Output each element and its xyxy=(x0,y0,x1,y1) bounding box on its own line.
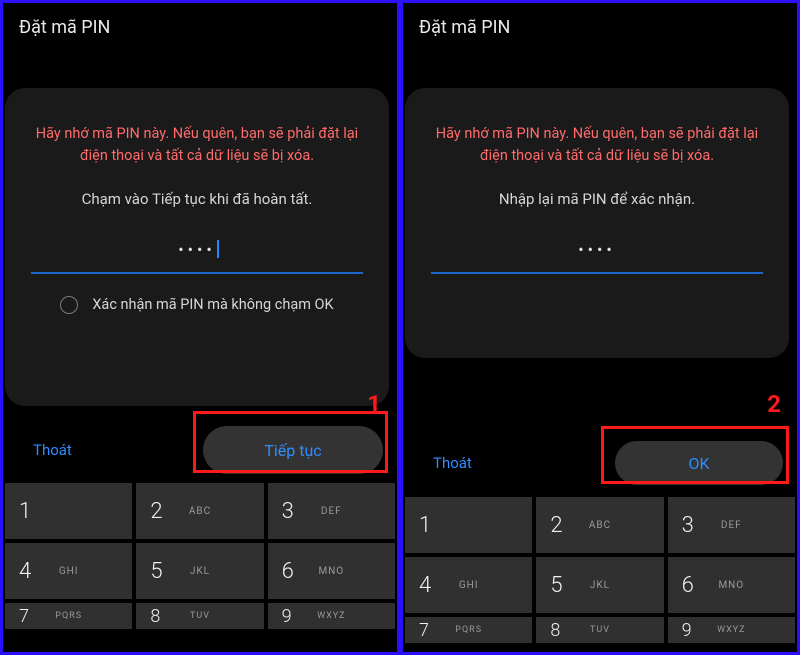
warning-text: Hãy nhớ mã PIN này. Nếu quên, bạn sẽ phả… xyxy=(421,123,773,168)
key-1[interactable]: 1 xyxy=(405,497,532,553)
input-underline xyxy=(31,272,363,274)
key-4[interactable]: 4GHI xyxy=(405,557,532,613)
numeric-keypad: 1 2ABC 3DEF 4GHI 5JKL 6MNO 7PQRS 8TUV 9W… xyxy=(3,481,397,652)
key-7[interactable]: 7PQRS xyxy=(405,617,532,643)
instruction-text: Chạm vào Tiếp tục khi đã hoàn tất. xyxy=(21,190,373,208)
pin-dots: •••• xyxy=(578,240,616,259)
page-title: Đặt mã PIN xyxy=(403,3,797,48)
key-6[interactable]: 6MNO xyxy=(668,557,795,613)
key-3[interactable]: 3DEF xyxy=(268,483,395,539)
key-8[interactable]: 8TUV xyxy=(536,617,663,643)
key-3[interactable]: 3DEF xyxy=(668,497,795,553)
key-2[interactable]: 2ABC xyxy=(536,497,663,553)
exit-button[interactable]: Thoát xyxy=(15,431,90,469)
page-title: Đặt mã PIN xyxy=(3,3,397,48)
key-9[interactable]: 9WXYZ xyxy=(268,603,395,629)
key-5[interactable]: 5JKL xyxy=(136,543,263,599)
key-7[interactable]: 7PQRS xyxy=(5,603,132,629)
confirm-without-ok-row[interactable]: Xác nhận mã PIN mà không chạm OK xyxy=(21,296,373,314)
key-8[interactable]: 8TUV xyxy=(136,603,263,629)
key-2[interactable]: 2ABC xyxy=(136,483,263,539)
highlight-box-2 xyxy=(601,426,789,484)
numeric-keypad: 1 2ABC 3DEF 4GHI 5JKL 6MNO 7PQRS 8TUV 9W… xyxy=(403,495,797,652)
key-6[interactable]: 6MNO xyxy=(268,543,395,599)
key-9[interactable]: 9WXYZ xyxy=(668,617,795,643)
highlight-box-1 xyxy=(193,411,388,473)
pin-input[interactable]: •••• xyxy=(421,226,773,274)
instruction-text: Nhập lại mã PIN để xác nhận. xyxy=(421,190,773,208)
exit-button[interactable]: Thoát xyxy=(415,444,490,482)
pin-input[interactable]: •••• xyxy=(21,226,373,274)
warning-text: Hãy nhớ mã PIN này. Nếu quên, bạn sẽ phả… xyxy=(21,123,373,168)
key-5[interactable]: 5JKL xyxy=(536,557,663,613)
panel-step-2: Đặt mã PIN Hãy nhớ mã PIN này. Nếu quên,… xyxy=(400,0,800,655)
pin-card: Hãy nhớ mã PIN này. Nếu quên, bạn sẽ phả… xyxy=(405,88,789,358)
radio-icon xyxy=(60,296,78,314)
step-number: 2 xyxy=(767,390,781,418)
pin-dots: •••• xyxy=(178,240,216,259)
key-1[interactable]: 1 xyxy=(5,483,132,539)
text-cursor xyxy=(217,240,219,258)
panel-step-1: Đặt mã PIN Hãy nhớ mã PIN này. Nếu quên,… xyxy=(0,0,400,655)
confirm-without-ok-label: Xác nhận mã PIN mà không chạm OK xyxy=(92,296,333,313)
key-4[interactable]: 4GHI xyxy=(5,543,132,599)
pin-card: Hãy nhớ mã PIN này. Nếu quên, bạn sẽ phả… xyxy=(5,88,389,406)
input-underline xyxy=(431,272,763,274)
